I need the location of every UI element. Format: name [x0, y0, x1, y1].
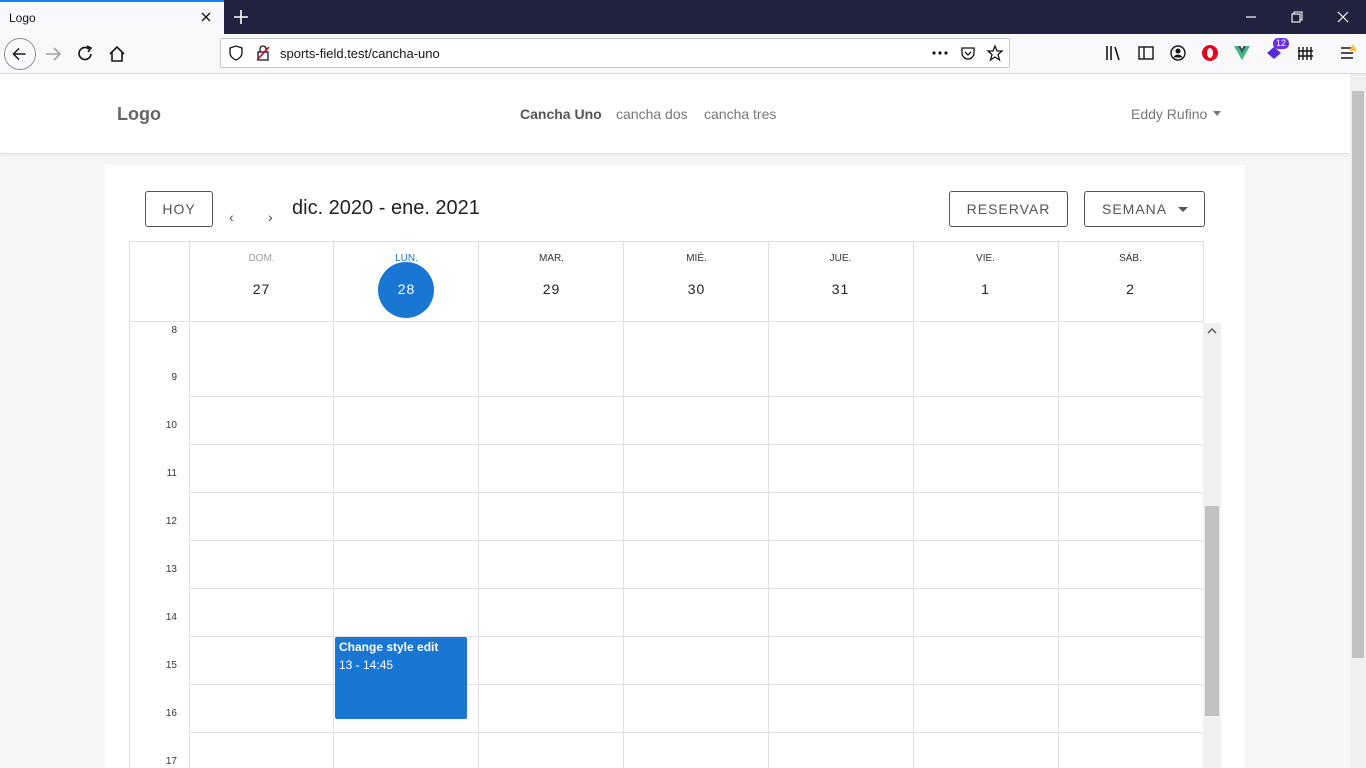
hour-line: [189, 540, 1203, 541]
hour-label: 14: [165, 612, 177, 623]
day-name-jue: JUE.: [829, 253, 852, 264]
hour-label: 9: [171, 372, 177, 383]
url-text[interactable]: sports-field.test/cancha-uno: [280, 46, 440, 61]
pocket-icon[interactable]: [959, 44, 977, 62]
dropdown-arrow-icon: [1178, 207, 1188, 212]
day-number-29[interactable]: 29: [479, 281, 624, 297]
site-logo[interactable]: Logo: [117, 104, 161, 125]
hour-label: 11: [166, 468, 177, 479]
reload-icon[interactable]: [70, 39, 100, 69]
view-select[interactable]: SEMANA: [1084, 191, 1205, 227]
page-scroll-thumb[interactable]: [1352, 91, 1364, 658]
hour-label: 16: [165, 708, 177, 719]
today-button[interactable]: HOY: [145, 191, 213, 227]
tab-title: Logo: [9, 11, 36, 25]
address-bar[interactable]: sports-field.test/cancha-uno: [220, 38, 1010, 68]
column-divider: [333, 241, 334, 768]
restore-icon[interactable]: [1286, 6, 1308, 28]
day-name-mar: MAR.: [539, 253, 564, 264]
day-number-31[interactable]: 31: [768, 281, 913, 297]
forward-icon[interactable]: [38, 39, 68, 69]
hour-line: [189, 732, 1203, 733]
page-content: Logo Cancha Uno cancha dos cancha tres E…: [0, 74, 1350, 768]
prev-week-button[interactable]: ‹: [229, 209, 234, 225]
column-divider: [478, 241, 479, 768]
column-divider: [913, 241, 914, 768]
back-icon[interactable]: [4, 38, 36, 70]
minimize-icon[interactable]: [1240, 6, 1262, 28]
day-number-27[interactable]: 27: [189, 281, 334, 297]
date-range-title: dic. 2020 - ene. 2021: [292, 197, 480, 219]
day-name-lun: LUN.: [395, 253, 418, 264]
day-number-2[interactable]: 2: [1058, 281, 1203, 297]
column-divider: [623, 241, 624, 768]
hour-line: [189, 444, 1203, 445]
scroll-up-icon[interactable]: [1207, 326, 1217, 336]
new-tab-icon[interactable]: [230, 6, 252, 28]
calendar-scroll-thumb[interactable]: [1205, 506, 1219, 716]
hour-line: [189, 588, 1203, 589]
fence-extension-icon[interactable]: [1296, 43, 1316, 63]
page-scrollbar[interactable]: [1350, 74, 1366, 768]
hour-label: 13: [165, 564, 177, 575]
more-actions-icon[interactable]: [931, 44, 949, 62]
column-divider: [768, 241, 769, 768]
day-number-30[interactable]: 30: [624, 281, 769, 297]
browser-toolbar: sports-field.test/cancha-uno 12: [0, 34, 1366, 74]
sidebar-icon[interactable]: [1136, 43, 1156, 63]
browser-tab[interactable]: Logo: [0, 0, 224, 34]
day-number-28[interactable]: 28: [334, 281, 479, 297]
chevron-down-icon: [1213, 111, 1222, 116]
site-header: Logo Cancha Uno cancha dos cancha tres E…: [0, 74, 1350, 153]
insecure-lock-icon[interactable]: [254, 44, 272, 62]
home-icon[interactable]: [102, 39, 132, 69]
event-time: 13 - 14:45: [339, 658, 394, 672]
account-icon[interactable]: [1168, 43, 1188, 63]
opera-extension-icon[interactable]: [1200, 43, 1220, 63]
event-title: Change style edit: [339, 640, 439, 654]
hour-label: 10: [165, 420, 177, 431]
reserve-button[interactable]: RESERVAR: [949, 191, 1068, 227]
calendar-event[interactable]: Change style edit 13 - 14:45: [335, 637, 467, 719]
next-week-button[interactable]: ›: [268, 209, 273, 225]
extension-badge: 12: [1273, 38, 1290, 49]
nav-cancha-uno[interactable]: Cancha Uno: [520, 106, 602, 122]
hour-line: [189, 492, 1203, 493]
vue-devtools-icon[interactable]: [1232, 43, 1252, 63]
browser-tab-bar: Logo: [0, 0, 1366, 34]
library-icon[interactable]: [1104, 43, 1124, 63]
close-window-icon[interactable]: [1332, 6, 1354, 28]
user-menu[interactable]: Eddy Rufino: [1131, 106, 1222, 122]
hour-label: 8: [171, 325, 177, 336]
calendar-border: [129, 241, 130, 768]
menu-icon[interactable]: [1338, 43, 1358, 63]
hour-line: [189, 396, 1203, 397]
calendar-scrollbar[interactable]: [1203, 323, 1221, 768]
day-name-dom: DOM.: [248, 253, 275, 264]
hour-label: 15: [165, 660, 177, 671]
column-divider: [1058, 241, 1059, 768]
close-tab-icon[interactable]: [198, 9, 214, 25]
day-name-vie: VIE.: [976, 253, 995, 264]
user-name: Eddy Rufino: [1131, 106, 1208, 122]
hour-label: 12: [165, 516, 177, 527]
hour-label: 17: [165, 756, 177, 767]
week-calendar: DOM. 27 LUN. 28 MAR. 29 MIÉ. 30 JUE. 31 …: [129, 241, 1221, 768]
bookmark-star-icon[interactable]: [986, 44, 1004, 62]
shield-icon[interactable]: [227, 44, 245, 62]
day-name-mie: MIÉ.: [686, 253, 707, 264]
nav-cancha-tres[interactable]: cancha tres: [704, 106, 776, 122]
view-select-label: SEMANA: [1102, 201, 1168, 217]
nav-cancha-dos[interactable]: cancha dos: [616, 106, 688, 122]
day-name-sab: SÁB.: [1119, 253, 1142, 264]
day-number-1[interactable]: 1: [913, 281, 1058, 297]
column-divider: [189, 241, 190, 768]
